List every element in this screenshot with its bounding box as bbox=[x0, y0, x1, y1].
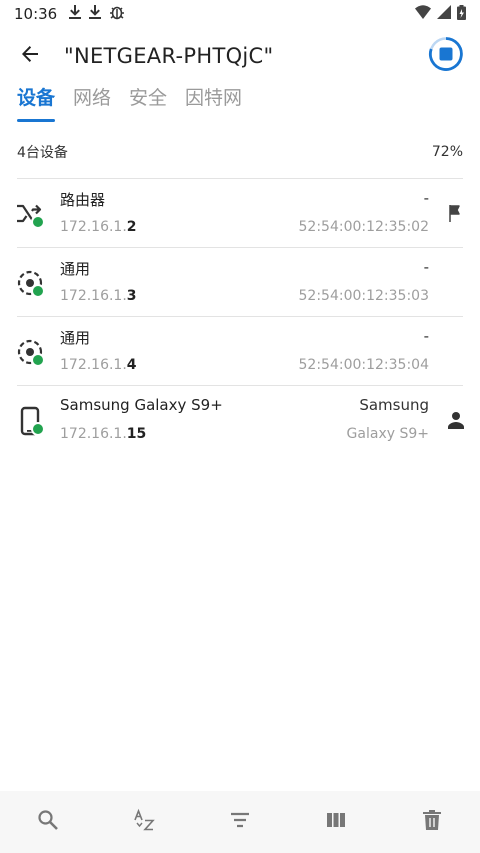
device-ip: 172.16.1.2 bbox=[60, 219, 137, 235]
columns-button[interactable] bbox=[312, 798, 360, 846]
download-icon bbox=[69, 5, 82, 23]
delete-icon bbox=[422, 809, 442, 835]
delete-button[interactable] bbox=[408, 798, 456, 846]
search-icon bbox=[37, 809, 59, 835]
tab-internet[interactable]: 因特网 bbox=[176, 84, 251, 124]
tab-security[interactable]: 安全 bbox=[120, 84, 176, 124]
device-ip: 172.16.1.15 bbox=[60, 426, 147, 442]
tab-devices[interactable]: 设备 bbox=[0, 84, 64, 124]
sort-az-icon bbox=[132, 808, 156, 836]
device-model: Galaxy S9+ bbox=[346, 426, 429, 442]
signal-icon bbox=[437, 5, 451, 23]
sort-button[interactable] bbox=[120, 798, 168, 846]
bottom-toolbar bbox=[0, 791, 480, 853]
status-time: 10:36 bbox=[14, 5, 58, 23]
device-name: 路由器 bbox=[60, 191, 106, 209]
back-button[interactable] bbox=[2, 28, 58, 84]
arrow-back-icon bbox=[20, 44, 40, 68]
stop-scan-icon bbox=[428, 36, 464, 76]
flag-icon[interactable] bbox=[445, 202, 467, 224]
columns-icon bbox=[325, 809, 347, 835]
tab-network[interactable]: 网络 bbox=[64, 84, 120, 124]
download-icon bbox=[89, 5, 102, 23]
person-icon[interactable] bbox=[445, 409, 467, 431]
online-status-dot bbox=[31, 215, 45, 229]
device-ip: 172.16.1.4 bbox=[60, 357, 137, 373]
device-vendor: - bbox=[423, 189, 429, 207]
tab-bar: 设备 网络 安全 因特网 bbox=[0, 84, 251, 124]
device-row-generic[interactable]: 通用 172.16.1.4 - 52:54:00:12:35:04 bbox=[0, 317, 480, 385]
filter-icon bbox=[229, 809, 251, 835]
online-status-dot bbox=[31, 353, 45, 367]
scan-percent: 72% bbox=[431, 144, 463, 160]
device-vendor: - bbox=[423, 258, 429, 276]
device-name: 通用 bbox=[60, 260, 91, 278]
search-button[interactable] bbox=[24, 798, 72, 846]
app-bar: "NETGEAR-PHTQjC" bbox=[0, 28, 480, 84]
online-status-dot bbox=[31, 422, 45, 436]
filter-button[interactable] bbox=[216, 798, 264, 846]
device-ip: 172.16.1.3 bbox=[60, 288, 137, 304]
bug-icon bbox=[109, 4, 125, 24]
status-bar: 10:36 bbox=[0, 0, 480, 28]
device-vendor: Samsung bbox=[359, 396, 429, 414]
page-title: "NETGEAR-PHTQjC" bbox=[64, 44, 274, 68]
device-vendor: - bbox=[423, 327, 429, 345]
device-mac: 52:54:00:12:35:03 bbox=[298, 288, 429, 304]
device-list: 路由器 172.16.1.2 - 52:54:00:12:35:02 通用 17… bbox=[0, 178, 480, 454]
wifi-icon bbox=[415, 5, 431, 23]
device-name: Samsung Galaxy S9+ bbox=[60, 396, 223, 414]
device-mac: 52:54:00:12:35:02 bbox=[298, 219, 429, 235]
online-status-dot bbox=[31, 284, 45, 298]
battery-icon bbox=[457, 4, 466, 24]
device-summary: 4台设备 72% bbox=[0, 138, 480, 166]
stop-scan-button[interactable] bbox=[428, 36, 464, 76]
device-row-generic[interactable]: 通用 172.16.1.3 - 52:54:00:12:35:03 bbox=[0, 248, 480, 316]
device-row-router[interactable]: 路由器 172.16.1.2 - 52:54:00:12:35:02 bbox=[0, 179, 480, 247]
device-count: 4台设备 bbox=[17, 145, 68, 161]
device-mac: 52:54:00:12:35:04 bbox=[298, 357, 429, 373]
device-name: 通用 bbox=[60, 329, 91, 347]
device-row-phone[interactable]: Samsung Galaxy S9+ 172.16.1.15 Samsung G… bbox=[0, 386, 480, 454]
